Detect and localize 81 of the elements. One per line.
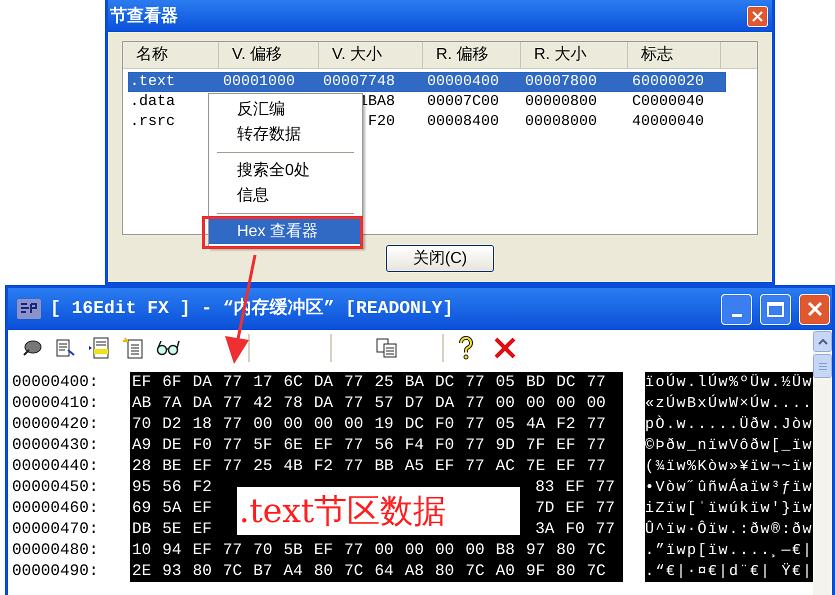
address-label: 00000460: bbox=[12, 498, 100, 519]
table-cell-text: 60000020 bbox=[632, 72, 704, 92]
table-cell-text: 00008000 bbox=[525, 112, 597, 132]
table-cell-text: 00000800 bbox=[525, 92, 597, 112]
address-label: 00000470: bbox=[12, 519, 100, 540]
address-label: 00000430: bbox=[12, 435, 100, 456]
hex-bytes: 28 BE EF 77 25 4B F2 77 BB A5 EF 77 AC 7E EF 77 bbox=[132, 456, 606, 477]
ascii-text: •Vòw˝ûñwÁaïw³ƒïw bbox=[645, 478, 813, 498]
menu-item[interactable]: 信息 bbox=[209, 183, 362, 208]
ascii-text: Û^ïw·Ôïw.:ðw®:ðw bbox=[645, 520, 813, 540]
address-label: 00000400: bbox=[12, 372, 100, 393]
caret-up-icon bbox=[818, 338, 828, 345]
address-label: 00000490: bbox=[12, 561, 100, 582]
address-label: 00000450: bbox=[12, 477, 100, 498]
new-document-icon[interactable] bbox=[122, 336, 144, 358]
ascii-text: .“€|·¤€|d¨€| Ÿ€| bbox=[645, 562, 813, 582]
hex-bytes: AB 7A DA 77 42 78 DA 77 57 D7 DA 77 00 00 00 00 bbox=[132, 393, 606, 414]
ascii-text: «zÚwBxÚwW×Úw.... bbox=[645, 394, 813, 414]
ascii-text: ©Þðw_nïwVôðw[_ïw bbox=[645, 436, 813, 456]
scroll-thumb[interactable] bbox=[813, 354, 832, 378]
hex-bytes: 70 D2 18 77 00 00 00 00 19 DC F0 77 05 4A F2 77 bbox=[132, 414, 606, 435]
document-arrow-icon[interactable] bbox=[56, 338, 76, 358]
column-header[interactable]: R. 大小 bbox=[521, 42, 628, 68]
stone-icon[interactable] bbox=[22, 338, 42, 356]
close-button[interactable]: 关闭(C) bbox=[386, 245, 494, 272]
hex-bytes: 95 56 F2 bbox=[132, 477, 212, 498]
close-icon bbox=[752, 10, 763, 22]
document-icon[interactable] bbox=[88, 336, 110, 358]
hex-bytes: 10 94 EF 77 70 5B EF 77 00 00 00 00 B8 97 80 7C bbox=[132, 540, 606, 561]
ascii-text: .”ïwp[ïw....¸—€| bbox=[645, 541, 813, 561]
table-cell-text: .data bbox=[129, 92, 176, 112]
table-cell-text: 00007C00 bbox=[427, 92, 499, 112]
help-icon[interactable] bbox=[458, 336, 474, 360]
table-cell-text: 00007800 bbox=[525, 72, 597, 92]
close-button[interactable] bbox=[799, 294, 830, 324]
maximize-button[interactable] bbox=[760, 294, 791, 324]
column-header[interactable]: 标志 bbox=[628, 42, 721, 68]
address-label: 00000420: bbox=[12, 414, 100, 435]
ascii-text: iZïw[ˈïwúkïw'}ïw bbox=[645, 499, 813, 519]
scroll-up-button[interactable] bbox=[813, 331, 832, 352]
scrollbar[interactable] bbox=[813, 330, 832, 595]
app-logo-icon bbox=[16, 298, 42, 320]
column-header[interactable]: V. 偏移 bbox=[219, 42, 319, 68]
copy-icon[interactable] bbox=[376, 338, 398, 358]
ascii-text: (¾ïw%Kòw»¥ïw¬~ïw bbox=[645, 457, 813, 477]
hex-bytes: 83 EF 77 bbox=[535, 477, 615, 498]
close-icon bbox=[806, 301, 822, 317]
hex-bytes: 2E 93 80 7C B7 A4 80 7C 64 A8 80 7C A0 9F 80 7C bbox=[132, 561, 606, 582]
ascii-text: pÒ.w.....Üðw.Jòw bbox=[645, 414, 813, 435]
table-cell-text: C0000040 bbox=[632, 92, 704, 112]
column-header[interactable]: V. 大小 bbox=[319, 42, 423, 68]
address-label: 00000410: bbox=[12, 393, 100, 414]
table-cell-text: F20 bbox=[366, 112, 395, 132]
column-header[interactable]: R. 偏移 bbox=[423, 42, 521, 68]
menu-item[interactable]: 搜索全0处 bbox=[209, 158, 362, 183]
ascii-text: ïoÚw.lÚw%ºÜw.½Üw bbox=[645, 372, 813, 393]
table-cell-text: .text bbox=[129, 72, 176, 92]
table-cell-text: .rsrc bbox=[129, 112, 176, 132]
table-cell-text: 00000400 bbox=[427, 72, 499, 92]
address-label: 00000440: bbox=[12, 456, 100, 477]
close-button[interactable] bbox=[747, 6, 768, 26]
table-cell-text: 00001000 bbox=[223, 72, 295, 92]
annotation-label: .text节区数据 bbox=[237, 487, 520, 535]
hex-bytes: 69 5A EF bbox=[132, 498, 212, 519]
column-header[interactable]: 名称 bbox=[123, 42, 219, 68]
hex-bytes: A9 DE F0 77 5F 6E EF 77 56 F4 F0 77 9D 7F EF 77 bbox=[132, 435, 606, 456]
table-cell-text: 00007748 bbox=[323, 72, 395, 92]
menu-item[interactable]: 转存数据 bbox=[209, 122, 362, 147]
menu-item[interactable]: Hex 查看器 bbox=[209, 219, 362, 244]
minimize-button[interactable] bbox=[721, 294, 752, 324]
hex-bytes: DB 5E EF bbox=[132, 519, 212, 540]
table-cell-text: 00008400 bbox=[427, 112, 499, 132]
window-title: 节查看器 bbox=[110, 5, 178, 28]
hex-bytes: 7D EF 77 bbox=[535, 498, 615, 519]
hex-bytes: 3A F0 77 bbox=[535, 519, 615, 540]
menu-item[interactable]: 反汇编 bbox=[209, 97, 362, 122]
table-cell-text: 40000040 bbox=[632, 112, 704, 132]
hex-bytes: EF 6F DA 77 17 6C DA 77 25 BA DC 77 05 BD DC 77 bbox=[132, 372, 606, 393]
glasses-icon[interactable] bbox=[156, 340, 180, 356]
address-label: 00000480: bbox=[12, 540, 100, 561]
close-icon[interactable] bbox=[494, 336, 516, 358]
